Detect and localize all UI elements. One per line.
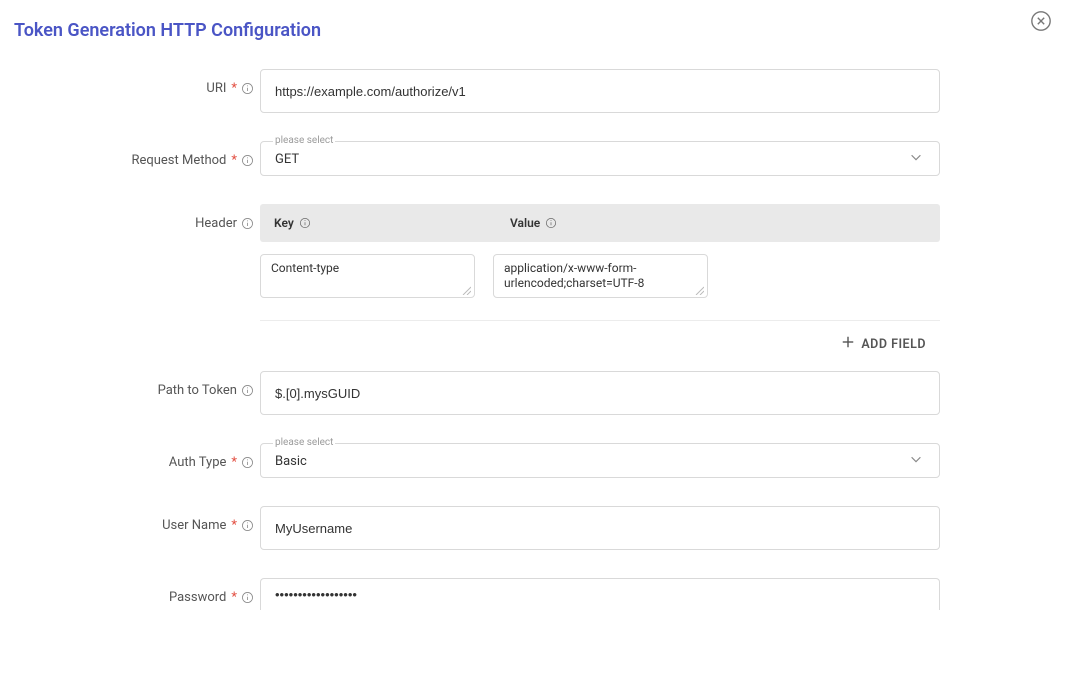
info-icon[interactable] [240,82,254,96]
select-placeholder: please select [273,437,335,448]
add-field-label: ADD FIELD [861,337,926,352]
resize-handle-icon [694,284,704,294]
path-to-token-label: Path to Token [158,383,237,398]
request-method-select[interactable]: please select GET [260,141,940,176]
auth-type-value: Basic [275,450,925,469]
required-indicator: * [231,455,237,470]
path-to-token-input[interactable] [260,371,940,415]
user-name-input[interactable] [260,506,940,550]
required-indicator: * [231,590,237,605]
request-method-value: GET [275,148,925,167]
select-placeholder: please select [273,135,335,146]
required-indicator: * [231,518,237,533]
auth-type-label: Auth Type [169,455,227,470]
chevron-down-icon [909,452,923,470]
add-field-button[interactable]: ADD FIELD [841,335,926,353]
resize-handle-icon [461,284,471,294]
request-method-label: Request Method [131,153,226,168]
info-icon[interactable] [240,384,254,398]
password-input[interactable] [260,578,940,610]
chevron-down-icon [909,150,923,168]
header-table-header: Key Value [260,204,940,242]
header-value-col: Value [510,216,540,230]
info-icon[interactable] [240,519,254,533]
close-button[interactable] [1030,10,1052,32]
info-icon[interactable] [544,216,558,230]
auth-type-select[interactable]: please select Basic [260,443,940,478]
info-icon[interactable] [240,456,254,470]
header-value-input[interactable]: application/x-www-form-urlencoded;charse… [493,254,708,298]
info-icon[interactable] [240,154,254,168]
plus-icon [841,335,855,353]
header-row: Content-type application/x-www-form-urle… [260,254,940,298]
header-key-input[interactable]: Content-type [260,254,475,298]
header-label: Header [195,216,237,231]
info-icon[interactable] [240,217,254,231]
header-value-text: application/x-www-form-urlencoded;charse… [504,261,644,290]
header-key-text: Content-type [271,261,339,275]
info-icon[interactable] [298,216,312,230]
required-indicator: * [231,81,237,96]
header-key-col: Key [274,216,294,230]
required-indicator: * [231,153,237,168]
info-icon[interactable] [240,591,254,605]
uri-label: URI [206,81,226,96]
password-label: Password [169,590,226,605]
user-name-label: User Name [162,518,226,533]
uri-input[interactable] [260,69,940,113]
page-title: Token Generation HTTP Configuration [14,20,1052,41]
